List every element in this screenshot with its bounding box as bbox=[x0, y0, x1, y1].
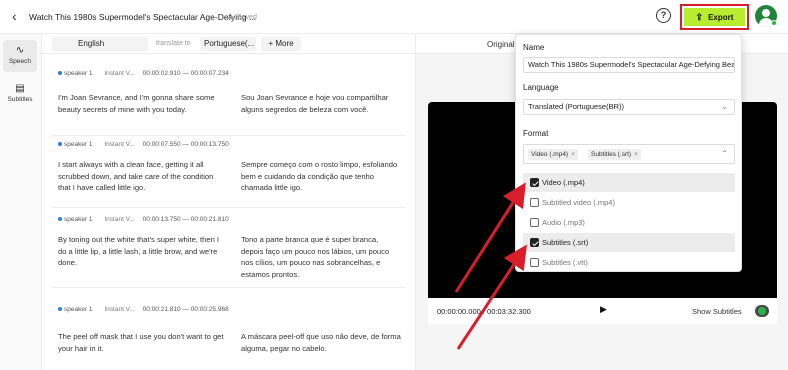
option-label: Audio (.mp3) bbox=[542, 218, 585, 227]
speaker-dot bbox=[58, 71, 62, 76]
saved-label: Saved bbox=[237, 14, 257, 21]
checkbox[interactable] bbox=[530, 218, 539, 227]
option-label: Subtitles (.srt) bbox=[542, 238, 589, 247]
option-label: Subtitled video (.mp4) bbox=[542, 198, 615, 207]
voice-select[interactable]: Instant V... bbox=[104, 306, 134, 313]
speaker-select[interactable]: speaker 1 bbox=[64, 306, 93, 313]
close-icon[interactable]: × bbox=[571, 151, 575, 158]
segment-list: speaker 1 Instant V... 00:00:02.910 — 00… bbox=[42, 54, 415, 370]
translated-text[interactable]: A máscara peel-off que uso não deve, de … bbox=[241, 331, 401, 354]
name-label: Name bbox=[523, 43, 545, 52]
format-option-audio-mp3[interactable]: Audio (.mp3) bbox=[523, 213, 735, 232]
format-select[interactable]: Video (.mp4) × Subtitles (.srt) × ⌃ bbox=[523, 144, 735, 164]
list-item[interactable]: speaker 1 Instant V... 00:00:21.810 — 00… bbox=[52, 290, 405, 370]
speaker-dot bbox=[58, 142, 62, 147]
segment-start[interactable]: 00:00:21.810 bbox=[143, 306, 181, 313]
segment-header: speaker 1 Instant V... 00:00:21.810 — 00… bbox=[58, 306, 229, 318]
translated-text[interactable]: Sou Joan Sevrance e hoje vou compartilha… bbox=[241, 92, 401, 115]
format-option-subtitles-vtt[interactable]: Subtitles (.vtt) bbox=[523, 253, 735, 272]
translate-to-label: translate to bbox=[156, 40, 191, 47]
speaker-dot bbox=[58, 217, 62, 222]
project-title[interactable]: Watch This 1980s Supermodel's Spectacula… bbox=[29, 12, 256, 22]
top-bar: ‹ Watch This 1980s Supermodel's Spectacu… bbox=[0, 0, 788, 34]
subtitles-icon: ▤ bbox=[15, 83, 25, 94]
chevron-up-icon: ⌃ bbox=[721, 149, 728, 158]
option-label: Video (.mp4) bbox=[542, 178, 585, 187]
checkbox[interactable] bbox=[530, 238, 539, 247]
checkbox[interactable] bbox=[530, 258, 539, 267]
list-item[interactable]: speaker 1 Instant V... 00:00:02.910 — 00… bbox=[52, 70, 405, 136]
segment-header: speaker 1 Instant V... 00:00:13.750 — 00… bbox=[58, 216, 229, 228]
translated-text[interactable]: Sempre começo com o rosto limpo, esfolia… bbox=[241, 159, 401, 194]
chip-label: Video (.mp4) bbox=[531, 151, 569, 158]
saved-status: ☁ Saved bbox=[227, 12, 257, 21]
format-options: Video (.mp4) Subtitled video (.mp4) Audi… bbox=[523, 171, 735, 271]
format-option-subtitled-video[interactable]: Subtitled video (.mp4) bbox=[523, 193, 735, 212]
original-text[interactable]: By toning out the white that's super whi… bbox=[58, 234, 228, 269]
export-button[interactable]: ⇪ Export bbox=[684, 8, 745, 26]
language-row: English translate to Portuguese(... + Mo… bbox=[42, 34, 415, 54]
player-controls: 00:00:00.000 / 00:03:32.300 ▶ Show Subti… bbox=[428, 298, 777, 324]
speaker-select[interactable]: speaker 1 bbox=[64, 141, 93, 148]
segment-start[interactable]: 00:00:13.750 bbox=[143, 216, 181, 223]
format-chip-srt: Subtitles (.srt) × bbox=[588, 149, 641, 160]
segment-end[interactable]: 00:00:13.750 bbox=[191, 141, 229, 148]
chip-label: Subtitles (.srt) bbox=[591, 151, 632, 158]
export-highlight-box: ⇪ Export bbox=[680, 4, 749, 30]
format-chip-video: Video (.mp4) × bbox=[528, 149, 578, 160]
language-select-value: Translated (Portuguese(BR)) bbox=[528, 102, 625, 111]
segment-header: speaker 1 Instant V... 00:00:02.910 — 00… bbox=[58, 70, 229, 82]
cloud-icon: ☁ bbox=[227, 12, 235, 21]
rail-item-label: Subtitles bbox=[7, 96, 33, 103]
help-button[interactable]: ? bbox=[656, 8, 671, 23]
list-item[interactable]: speaker 1 Instant V... 00:00:07.550 — 00… bbox=[52, 138, 405, 208]
speaker-dot bbox=[58, 307, 62, 312]
show-subtitles-label: Show Subtitles bbox=[692, 307, 742, 316]
speaker-select[interactable]: speaker 1 bbox=[64, 216, 93, 223]
checkbox[interactable] bbox=[530, 198, 539, 207]
segment-end[interactable]: 00:00:25.968 bbox=[191, 306, 229, 313]
list-item[interactable]: speaker 1 Instant V... 00:00:13.750 — 00… bbox=[52, 210, 405, 288]
original-text[interactable]: I start always with a clean face, gettin… bbox=[58, 159, 228, 194]
checkbox[interactable] bbox=[530, 178, 539, 187]
online-status-dot bbox=[771, 20, 777, 26]
segment-end[interactable]: 00:00:07.234 bbox=[191, 70, 229, 77]
voice-select[interactable]: Instant V... bbox=[104, 141, 134, 148]
target-language[interactable]: Portuguese(... bbox=[200, 37, 256, 51]
export-label: Export bbox=[708, 12, 734, 22]
original-text[interactable]: The peel off mask that I use you don't w… bbox=[58, 331, 228, 354]
chevron-down-icon: ⌄ bbox=[721, 102, 728, 111]
rail-item-subtitles[interactable]: ▤ Subtitles bbox=[3, 78, 37, 110]
close-icon[interactable]: × bbox=[634, 151, 638, 158]
speech-waveform-icon: ∿ bbox=[15, 45, 25, 56]
rail-item-speech[interactable]: ∿ Speech bbox=[3, 40, 37, 72]
format-option-video-mp4[interactable]: Video (.mp4) bbox=[523, 173, 735, 192]
segment-start[interactable]: 00:00:02.910 bbox=[143, 70, 181, 77]
play-icon[interactable]: ▶ bbox=[600, 304, 607, 315]
format-option-subtitles-srt[interactable]: Subtitles (.srt) bbox=[523, 233, 735, 252]
segment-end[interactable]: 00:00:21.810 bbox=[191, 216, 229, 223]
option-label: Subtitles (.vtt) bbox=[542, 258, 588, 267]
back-arrow-icon[interactable]: ‹ bbox=[12, 9, 17, 23]
language-label: Language bbox=[523, 83, 559, 92]
format-label: Format bbox=[523, 129, 549, 138]
source-language[interactable]: English bbox=[52, 37, 148, 51]
speaker-select[interactable]: speaker 1 bbox=[64, 70, 93, 77]
left-rail: ∿ Speech ▤ Subtitles bbox=[0, 34, 42, 370]
translated-text[interactable]: Tono a parte branca que é super branca, … bbox=[241, 234, 401, 280]
voice-select[interactable]: Instant V... bbox=[104, 70, 134, 77]
playback-time: 00:00:00.000 / 00:03:32.300 bbox=[437, 307, 531, 316]
segment-header: speaker 1 Instant V... 00:00:07.550 — 00… bbox=[58, 141, 229, 153]
more-languages-button[interactable]: + More bbox=[261, 37, 301, 51]
segment-start[interactable]: 00:00:07.550 bbox=[143, 141, 181, 148]
upload-icon: ⇪ bbox=[695, 11, 704, 22]
voice-select[interactable]: Instant V... bbox=[104, 216, 134, 223]
original-text[interactable]: I'm Joan Sevrance, and I'm gonna share s… bbox=[58, 92, 223, 115]
name-field[interactable]: Watch This 1980s Supermodel's Spectacula… bbox=[523, 57, 735, 73]
language-select[interactable]: Translated (Portuguese(BR)) ⌄ bbox=[523, 99, 735, 115]
rail-item-label: Speech bbox=[8, 58, 32, 65]
export-dialog: Name Watch This 1980s Supermodel's Spect… bbox=[515, 34, 742, 272]
show-subtitles-toggle[interactable] bbox=[755, 305, 769, 317]
